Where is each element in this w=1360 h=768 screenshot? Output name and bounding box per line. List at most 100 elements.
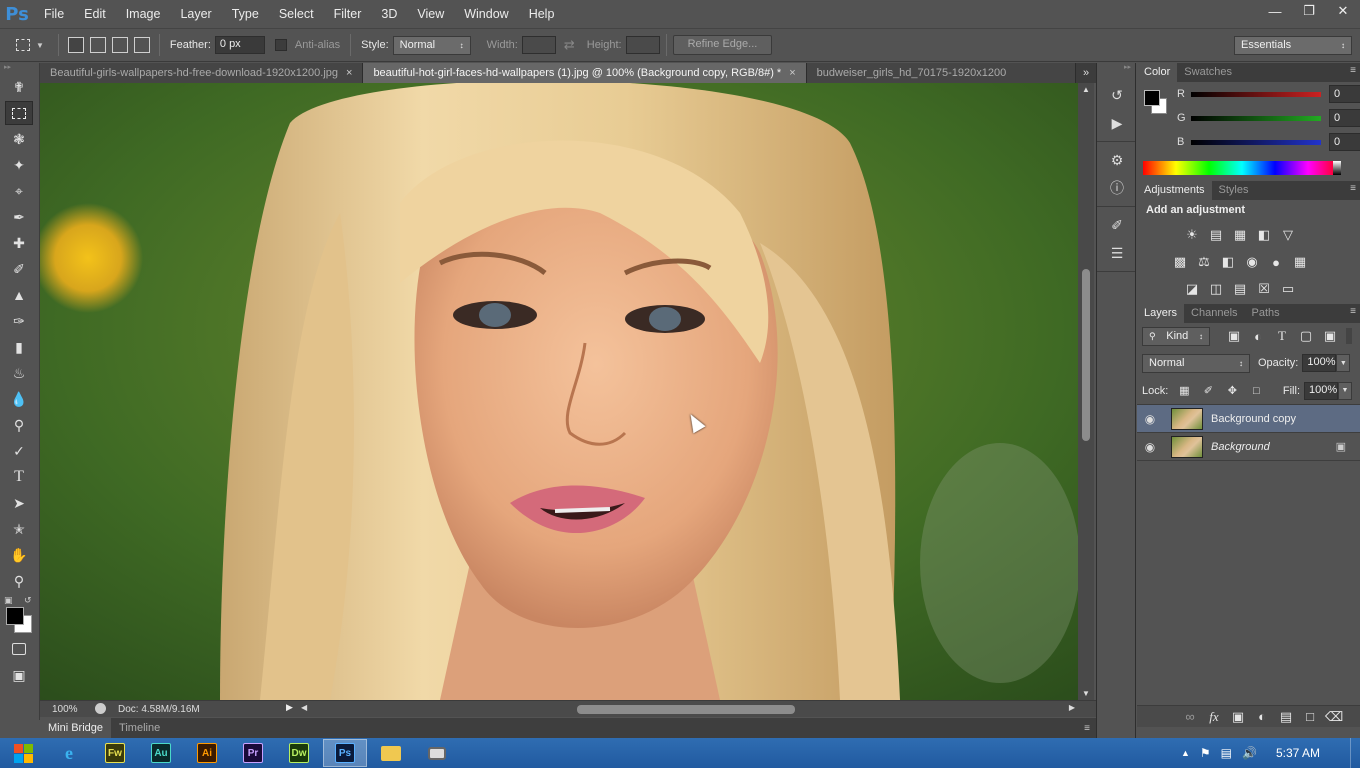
magic-wand-tool-icon[interactable]: ✦ [5, 153, 33, 177]
dreamweaver-app[interactable]: Dw [277, 739, 321, 767]
panel-menu-icon[interactable]: ≡ [1350, 306, 1356, 317]
zoom-tool-icon[interactable]: ⚲ [5, 569, 33, 593]
fill-input[interactable]: 100% [1304, 381, 1338, 400]
tab-layers[interactable]: Layers [1137, 304, 1185, 323]
scroll-up-icon[interactable]: ▲ [1082, 85, 1090, 94]
filter-smart-object-icon[interactable]: ▣ [1321, 327, 1339, 345]
menu-file[interactable]: File [34, 0, 74, 28]
filter-pixel-icon[interactable]: ▣ [1225, 327, 1243, 345]
levels-icon[interactable]: ▤ [1207, 226, 1225, 244]
tab-styles[interactable]: Styles [1212, 181, 1256, 200]
history-panel-icon[interactable]: ↺ [1097, 81, 1137, 109]
eyedropper-tool-icon[interactable]: ✒ [5, 205, 33, 229]
filter-shape-icon[interactable]: ▢ [1297, 327, 1315, 345]
status-info-icon[interactable] [95, 703, 106, 714]
slider-red[interactable]: R 0 [1137, 82, 1360, 106]
shape-tool-icon[interactable]: ✭ [5, 517, 33, 541]
scroll-left-icon[interactable]: ◀ [301, 703, 307, 712]
layer-mask-icon[interactable]: ▣ [1229, 708, 1247, 726]
vertical-scrollbar[interactable]: ▲ ▼ [1078, 83, 1094, 700]
threshold-icon[interactable]: ▤ [1231, 280, 1249, 298]
swap-colors-icon[interactable]: ↺ [24, 595, 32, 606]
height-input[interactable] [625, 36, 660, 54]
tab-color[interactable]: Color [1137, 63, 1178, 82]
eye-icon[interactable]: ◉ [1137, 440, 1163, 454]
history-brush-tool-icon[interactable]: ✑ [5, 309, 33, 333]
scroll-down-icon[interactable]: ▼ [1082, 689, 1090, 698]
posterize-icon[interactable]: ◫ [1207, 280, 1225, 298]
width-input[interactable] [521, 36, 556, 54]
menu-help[interactable]: Help [519, 0, 565, 28]
selective-color-icon[interactable]: ☒ [1255, 280, 1273, 298]
brush-tool-icon[interactable]: ✐ [5, 257, 33, 281]
volume-icon[interactable]: 🔊 [1242, 746, 1257, 760]
vertical-scroll-thumb[interactable] [1082, 269, 1090, 441]
slider-value[interactable]: 0 [1329, 85, 1360, 103]
crop-tool-icon[interactable]: ⌖ [5, 179, 33, 203]
menu-layer[interactable]: Layer [170, 0, 221, 28]
invert-icon[interactable]: ◪ [1183, 280, 1201, 298]
layer-filter-select[interactable]: ⚲ Kind ↕ [1142, 326, 1210, 346]
tab-channels[interactable]: Channels [1184, 304, 1244, 323]
close-icon[interactable]: ✕ [1326, 0, 1360, 22]
flag-icon[interactable]: ⚑ [1200, 746, 1211, 760]
clock[interactable]: 5:37 AM [1276, 746, 1320, 760]
new-group-icon[interactable]: ▤ [1277, 708, 1295, 726]
brightness-icon[interactable]: ☀ [1183, 226, 1201, 244]
layer-row-background-copy[interactable]: ◉ Background copy [1137, 405, 1360, 433]
foreground-color-swatch[interactable] [6, 607, 24, 625]
panel-menu-icon[interactable]: ≡ [1350, 183, 1356, 194]
scroll-right-icon[interactable]: ▶ [1069, 703, 1075, 712]
premiere-app[interactable]: Pr [231, 739, 275, 767]
black-white-icon[interactable]: ◧ [1219, 253, 1237, 271]
refine-edge-button[interactable]: Refine Edge... [672, 35, 773, 55]
opacity-input[interactable]: 100% [1302, 354, 1337, 372]
chevron-down-icon[interactable]: ▼ [1338, 381, 1352, 400]
default-colors-icon[interactable]: ▣ [4, 595, 13, 606]
filter-adjustment-icon[interactable]: ◐ [1249, 327, 1267, 345]
menu-type[interactable]: Type [222, 0, 269, 28]
slider-value[interactable]: 0 [1329, 109, 1360, 127]
menu-select[interactable]: Select [269, 0, 324, 28]
color-balance-icon[interactable]: ⚖ [1195, 253, 1213, 271]
quick-mask-icon[interactable] [5, 637, 33, 661]
slider-blue[interactable]: B 0 [1137, 130, 1360, 154]
photo-filter-icon[interactable]: ◉ [1243, 253, 1261, 271]
color-lookup-icon[interactable]: ▦ [1291, 253, 1309, 271]
lock-transparent-icon[interactable]: ▦ [1175, 382, 1193, 400]
workspace-select[interactable]: Essentials ↕ [1234, 35, 1352, 55]
link-layers-icon[interactable]: ∞ [1181, 708, 1199, 726]
zoom-level[interactable]: 100% [40, 704, 88, 715]
curves-icon[interactable]: ▦ [1231, 226, 1249, 244]
move-tool-icon[interactable]: ✟ [5, 75, 33, 99]
swap-icon[interactable]: ⇄ [564, 37, 575, 53]
marquee-tool-icon[interactable] [5, 101, 33, 125]
chevron-down-icon[interactable]: ▼ [36, 41, 44, 50]
delete-layer-icon[interactable]: ⌫ [1325, 708, 1343, 726]
add-selection-icon[interactable] [89, 37, 106, 53]
restore-icon[interactable]: ❐ [1292, 0, 1326, 22]
new-adjustment-layer-icon[interactable]: ◐ [1253, 708, 1271, 726]
clone-stamp-tool-icon[interactable]: ▲ [5, 283, 33, 307]
slider-track[interactable] [1191, 115, 1321, 121]
illustrator-app[interactable]: Ai [185, 739, 229, 767]
tab-swatches[interactable]: Swatches [1177, 63, 1239, 82]
properties-panel-icon[interactable]: ⚙ [1097, 146, 1137, 174]
slider-green[interactable]: G 0 [1137, 106, 1360, 130]
tabs-overflow-icon[interactable]: » [1076, 63, 1096, 83]
subtract-selection-icon[interactable] [111, 37, 128, 53]
hue-saturation-icon[interactable]: ▩ [1171, 253, 1189, 271]
info-panel-icon[interactable]: ⓘ [1097, 174, 1137, 202]
marquee-tool-preset-icon[interactable] [10, 34, 36, 56]
eraser-tool-icon[interactable]: ▮ [5, 335, 33, 359]
tab-document-3[interactable]: budweiser_girls_hd_70175-1920x1200 [806, 63, 1076, 83]
show-hidden-icons-icon[interactable]: ▲ [1181, 748, 1190, 758]
tab-document-2[interactable]: beautiful-hot-girl-faces-hd-wallpapers (… [363, 63, 807, 83]
slider-track[interactable] [1191, 139, 1321, 145]
close-icon[interactable]: × [789, 63, 795, 83]
exposure-icon[interactable]: ◧ [1255, 226, 1273, 244]
gradient-map-icon[interactable]: ▭ [1279, 280, 1297, 298]
channel-mixer-icon[interactable]: ● [1267, 253, 1285, 271]
panel-menu-icon[interactable]: ≡ [1084, 723, 1090, 734]
filter-type-icon[interactable]: T [1273, 327, 1291, 345]
